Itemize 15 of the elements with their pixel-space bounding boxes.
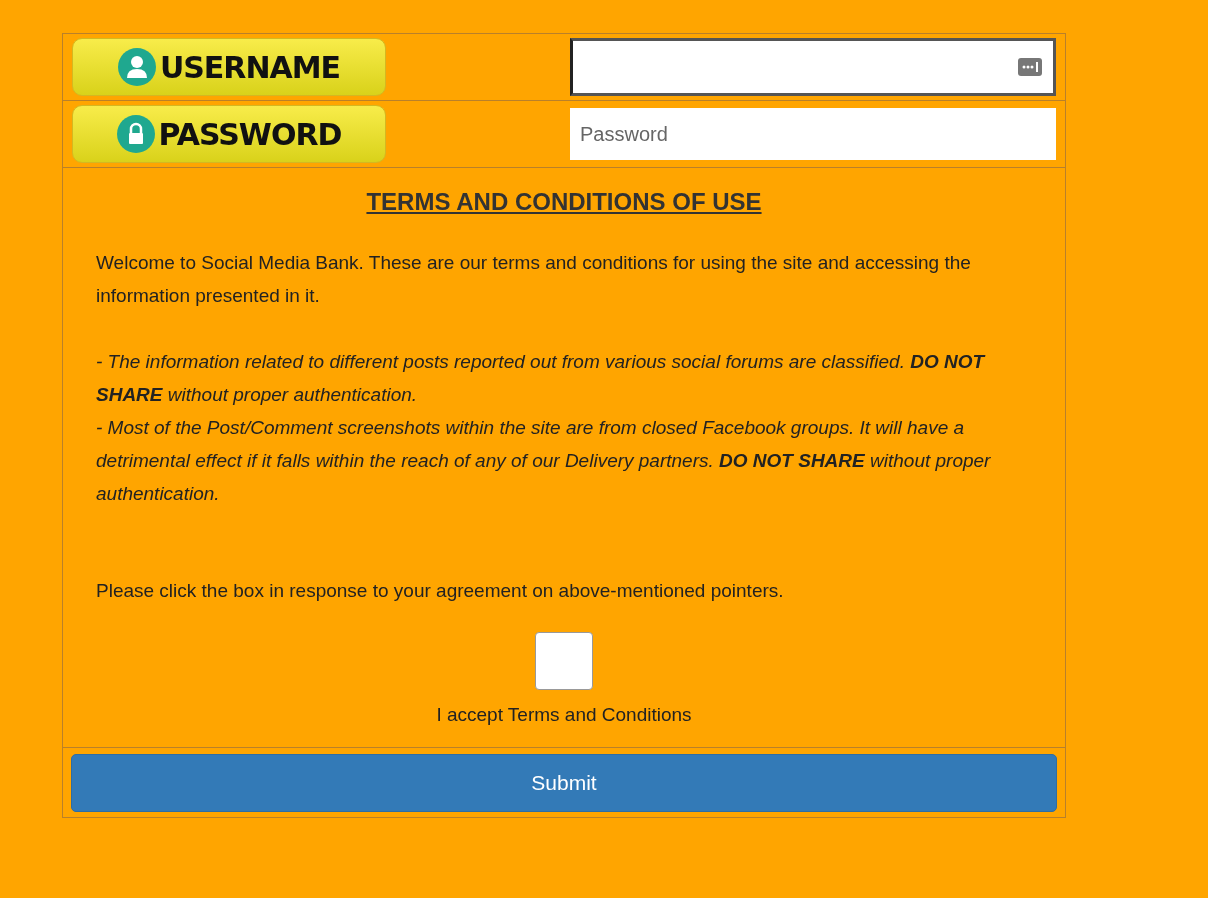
intro-paragraph: Welcome to Social Media Bank. These are our terms and conditions for using the site and accessing the information presented in it. (96, 251, 972, 308)
terms-title: TERMS AND CONDITIONS OF USE (365, 188, 763, 216)
terms-point: - Most of the Post/Comment screenshots within the site are from closed Facebook groups. It will have a detrimental effect if it falls within the reach of any of our Delivery partners. DO NOT SHARE without proper authentication. (96, 416, 992, 506)
user-icon (117, 48, 156, 86)
submit-button[interactable]: Submit (71, 753, 1057, 812)
label-text: USERNAME (159, 49, 341, 85)
agreement-prompt: Please click the box in response to your agreement on above-mentioned pointers. (96, 580, 785, 602)
accept-checkbox[interactable] (535, 632, 593, 690)
password-field[interactable]: Password (570, 108, 1056, 160)
terms-point: - The information related to different posts reported out from various social forums are classified. DO NOT SHARE without proper authentication. (96, 350, 987, 407)
checkbox-label: I accept Terms and Conditions (436, 704, 692, 726)
lock-icon (116, 115, 155, 153)
username-field[interactable] (570, 38, 1056, 96)
password-manager-icon[interactable] (1018, 56, 1042, 78)
label-text: PASSWORD (158, 116, 342, 152)
